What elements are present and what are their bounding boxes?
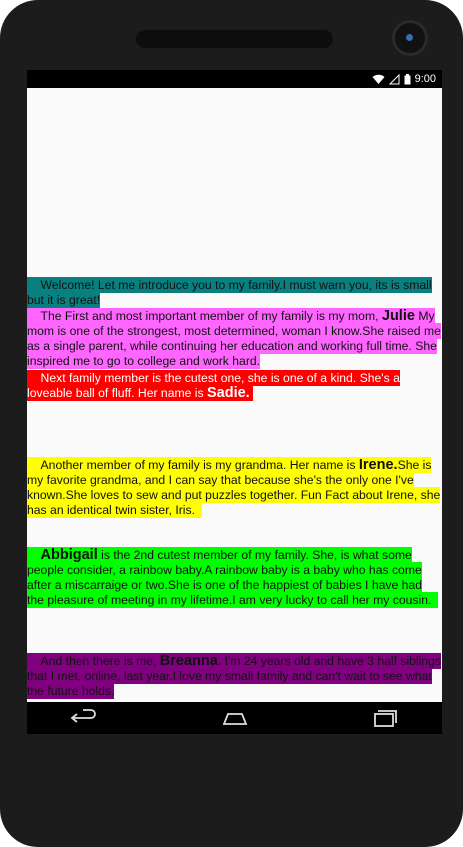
me-paragraph: And then there is me, Breanna. I'm 24 ye… bbox=[27, 653, 442, 699]
scroll-content[interactable]: Welcome! Let me introduce you to my fami… bbox=[27, 88, 442, 702]
cousin-name: Abbigail bbox=[40, 547, 98, 563]
speaker-grille bbox=[136, 30, 333, 48]
cousin-paragraph: Abbigail is the 2nd cutest member of my … bbox=[27, 547, 442, 608]
back-arrow-icon[interactable] bbox=[69, 708, 99, 728]
mom-text: The First and most important member of m… bbox=[27, 308, 441, 369]
dog-text: Next family member is the cutest one, sh… bbox=[27, 370, 400, 401]
grandma-paragraph: Another member of my family is my grandm… bbox=[27, 457, 442, 518]
dog-name: Sadie. bbox=[206, 385, 250, 401]
intro-body: Welcome! Let me introduce you to my fami… bbox=[27, 278, 432, 307]
phone-frame: 9:00 Welcome! Let me introduce you to my… bbox=[0, 0, 463, 847]
clock: 9:00 bbox=[414, 73, 436, 85]
signal-icon bbox=[388, 73, 400, 84]
mom-paragraph: The First and most important member of m… bbox=[27, 308, 442, 369]
navigation-bar bbox=[27, 702, 442, 734]
me-intro: And then there is me, bbox=[40, 654, 160, 668]
mom-intro: The First and most important member of m… bbox=[40, 309, 382, 323]
grandma-intro: Another member of my family is my grandm… bbox=[40, 458, 359, 472]
me-name: Breanna bbox=[159, 653, 218, 669]
dog-paragraph: Next family member is the cutest one, sh… bbox=[27, 370, 442, 401]
cousin-text: Abbigail is the 2nd cutest member of my … bbox=[27, 547, 439, 608]
intro-text: Welcome! Let me introduce you to my fami… bbox=[27, 277, 432, 308]
battery-icon bbox=[404, 73, 411, 84]
intro-paragraph: Welcome! Let me introduce you to my fami… bbox=[27, 277, 442, 308]
home-icon[interactable] bbox=[220, 708, 250, 728]
device-screen: 9:00 Welcome! Let me introduce you to my… bbox=[27, 70, 442, 734]
grandma-name: Irene. bbox=[358, 457, 398, 473]
grandma-text: Another member of my family is my grandm… bbox=[27, 457, 441, 518]
recents-icon[interactable] bbox=[370, 708, 400, 728]
status-bar: 9:00 bbox=[27, 70, 442, 88]
me-text: And then there is me, Breanna. I'm 24 ye… bbox=[27, 653, 441, 699]
camera-icon bbox=[392, 20, 428, 56]
wifi-icon bbox=[372, 74, 385, 84]
mom-name: Julie bbox=[381, 308, 415, 324]
